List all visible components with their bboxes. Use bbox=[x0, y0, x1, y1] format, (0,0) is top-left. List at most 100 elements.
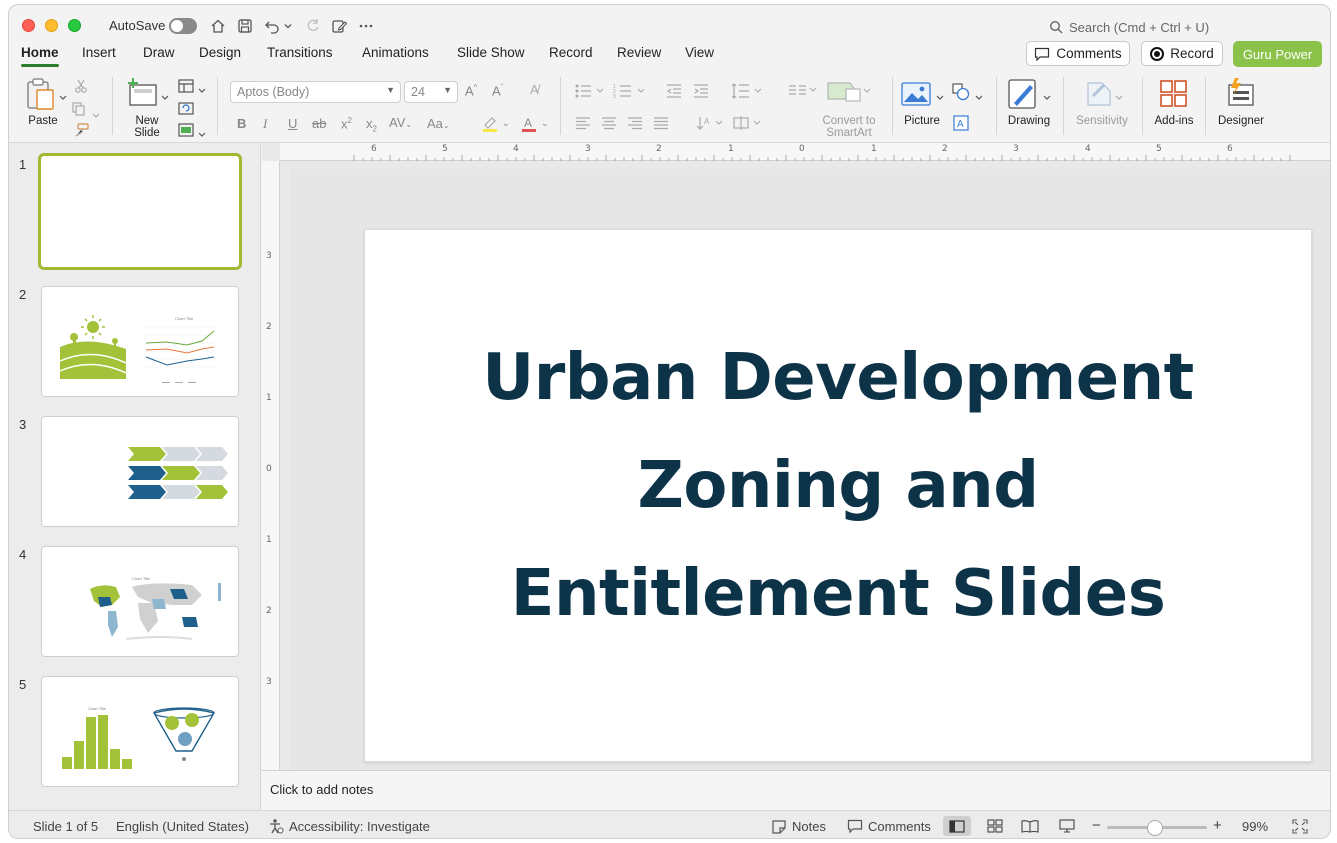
reading-view-button[interactable] bbox=[1016, 816, 1044, 836]
shapes-dropdown-icon[interactable] bbox=[975, 89, 983, 104]
tab-record[interactable]: Record bbox=[549, 43, 593, 62]
save-icon[interactable] bbox=[234, 15, 256, 37]
font-size-combo[interactable]: 24 ▼ bbox=[404, 81, 458, 103]
chevron-down-icon[interactable]: ⌄ bbox=[502, 118, 510, 129]
line-spacing-icon[interactable] bbox=[731, 82, 763, 103]
fit-to-window-icon[interactable] bbox=[1292, 819, 1308, 837]
tab-review[interactable]: Review bbox=[617, 43, 661, 62]
underline-icon[interactable]: U bbox=[288, 116, 297, 131]
bold-icon[interactable]: B bbox=[237, 116, 246, 131]
close-window-button[interactable] bbox=[22, 19, 35, 32]
font-name-combo[interactable]: Aptos (Body) ▼ bbox=[230, 81, 401, 103]
tab-design[interactable]: Design bbox=[199, 43, 241, 62]
more-options-icon[interactable] bbox=[355, 15, 377, 37]
slide-title[interactable]: Urban Development Zoning and Entitlement… bbox=[482, 324, 1194, 648]
bullets-icon[interactable] bbox=[574, 83, 604, 102]
zoom-level[interactable]: 99% bbox=[1242, 819, 1268, 834]
section-dropdown-icon[interactable] bbox=[198, 126, 206, 141]
slide-thumbnail-5[interactable]: Chart Title bbox=[41, 676, 239, 787]
tab-slide-show[interactable]: Slide Show bbox=[457, 43, 525, 62]
tab-home[interactable]: Home bbox=[21, 43, 59, 67]
slide-thumbnail-3[interactable] bbox=[41, 416, 239, 527]
autosave-toggle[interactable] bbox=[169, 18, 197, 34]
justify-icon[interactable] bbox=[653, 116, 669, 133]
drawing-icon[interactable] bbox=[1008, 79, 1040, 112]
sensitivity-dropdown-icon[interactable] bbox=[1115, 89, 1123, 104]
horizontal-ruler[interactable]: 6 5 4 3 2 1 0 1 2 3 4 5 6 bbox=[280, 143, 1330, 161]
decrease-indent-icon[interactable] bbox=[666, 83, 682, 102]
format-painter-icon[interactable] bbox=[73, 123, 89, 140]
new-slide-dropdown-icon[interactable] bbox=[161, 89, 169, 104]
zoom-window-button[interactable] bbox=[68, 19, 81, 32]
sensitivity-icon[interactable] bbox=[1084, 79, 1114, 112]
undo-icon[interactable] bbox=[261, 15, 283, 37]
tab-view[interactable]: View bbox=[685, 43, 714, 62]
drawing-dropdown-icon[interactable] bbox=[1043, 89, 1051, 104]
slideshow-view-button[interactable] bbox=[1053, 816, 1081, 836]
slide-thumbnail-2[interactable]: Chart Title bbox=[41, 286, 239, 397]
chevron-down-icon[interactable]: ⌄ bbox=[541, 118, 549, 129]
numbering-icon[interactable]: 123 bbox=[613, 83, 645, 102]
zoom-out-button[interactable]: − bbox=[1092, 817, 1101, 834]
layout-icon[interactable] bbox=[178, 79, 194, 96]
normal-view-button[interactable] bbox=[943, 816, 971, 836]
addins-icon[interactable] bbox=[1159, 79, 1189, 112]
strikethrough-icon[interactable]: ab bbox=[312, 116, 326, 131]
comment-icon[interactable] bbox=[847, 819, 863, 837]
search-field[interactable]: Search (Cmd + Ctrl + U) bbox=[1049, 17, 1249, 37]
designer-icon[interactable] bbox=[1225, 77, 1257, 112]
text-box-icon[interactable]: A bbox=[953, 115, 969, 134]
layout-dropdown-icon[interactable] bbox=[198, 82, 206, 97]
section-icon[interactable] bbox=[178, 123, 194, 140]
shapes-icon[interactable] bbox=[952, 83, 970, 104]
accessibility-status[interactable]: Accessibility: Investigate bbox=[289, 819, 430, 834]
comments-toggle[interactable]: Comments bbox=[868, 819, 931, 834]
copy-icon[interactable] bbox=[72, 102, 88, 119]
paste-dropdown-icon[interactable] bbox=[59, 89, 67, 104]
highlight-icon[interactable] bbox=[481, 115, 499, 136]
current-slide[interactable]: Urban Development Zoning and Entitlement… bbox=[364, 229, 1312, 762]
change-case-icon[interactable]: Aa⌄ bbox=[427, 116, 450, 131]
paste-icon[interactable] bbox=[25, 77, 55, 114]
vertical-ruler[interactable]: 3 2 1 0 1 2 3 bbox=[262, 161, 280, 770]
increase-indent-icon[interactable] bbox=[693, 83, 709, 102]
text-direction-icon[interactable]: A bbox=[696, 115, 724, 134]
undo-dropdown-icon[interactable] bbox=[281, 15, 295, 37]
slide-thumbnail-1[interactable] bbox=[38, 153, 242, 270]
font-color-icon[interactable]: A bbox=[520, 115, 538, 136]
minimize-window-button[interactable] bbox=[45, 19, 58, 32]
home-icon[interactable] bbox=[207, 15, 229, 37]
superscript-icon[interactable]: x2 bbox=[341, 116, 352, 131]
convert-smartart-icon[interactable] bbox=[826, 79, 871, 108]
columns-icon[interactable] bbox=[788, 83, 818, 100]
notes-pane[interactable]: Click to add notes bbox=[262, 770, 1330, 810]
subscript-icon[interactable]: x2 bbox=[366, 116, 377, 134]
picture-icon[interactable] bbox=[901, 81, 931, 110]
align-text-icon[interactable] bbox=[732, 115, 764, 134]
comments-button[interactable]: Comments bbox=[1026, 41, 1130, 66]
cut-icon[interactable] bbox=[74, 79, 88, 96]
record-button[interactable]: Record bbox=[1141, 41, 1223, 66]
tab-draw[interactable]: Draw bbox=[143, 43, 175, 62]
tab-animations[interactable]: Animations bbox=[362, 43, 429, 62]
zoom-slider-thumb[interactable] bbox=[1147, 820, 1163, 836]
italic-icon[interactable]: I bbox=[263, 116, 267, 132]
decrease-font-size-icon[interactable]: Aˇ bbox=[492, 83, 503, 98]
language-status[interactable]: English (United States) bbox=[116, 819, 249, 834]
increase-font-size-icon[interactable]: A^ bbox=[465, 83, 477, 98]
copy-dropdown-icon[interactable] bbox=[92, 107, 100, 122]
tab-transitions[interactable]: Transitions bbox=[267, 43, 333, 62]
tab-insert[interactable]: Insert bbox=[82, 43, 116, 62]
accessibility-icon[interactable] bbox=[268, 818, 284, 837]
notes-toggle[interactable]: Notes bbox=[792, 819, 826, 834]
reset-slide-icon[interactable] bbox=[178, 101, 194, 118]
character-spacing-icon[interactable]: AV⌄ bbox=[389, 115, 412, 130]
redo-icon[interactable] bbox=[302, 15, 324, 37]
edit-document-icon[interactable] bbox=[328, 15, 350, 37]
align-left-icon[interactable] bbox=[575, 116, 591, 133]
align-right-icon[interactable] bbox=[627, 116, 643, 133]
new-slide-icon[interactable] bbox=[126, 77, 158, 110]
notes-icon[interactable] bbox=[771, 819, 787, 837]
guru-power-button[interactable]: Guru Power bbox=[1233, 41, 1322, 67]
zoom-in-button[interactable]: + bbox=[1213, 817, 1222, 834]
